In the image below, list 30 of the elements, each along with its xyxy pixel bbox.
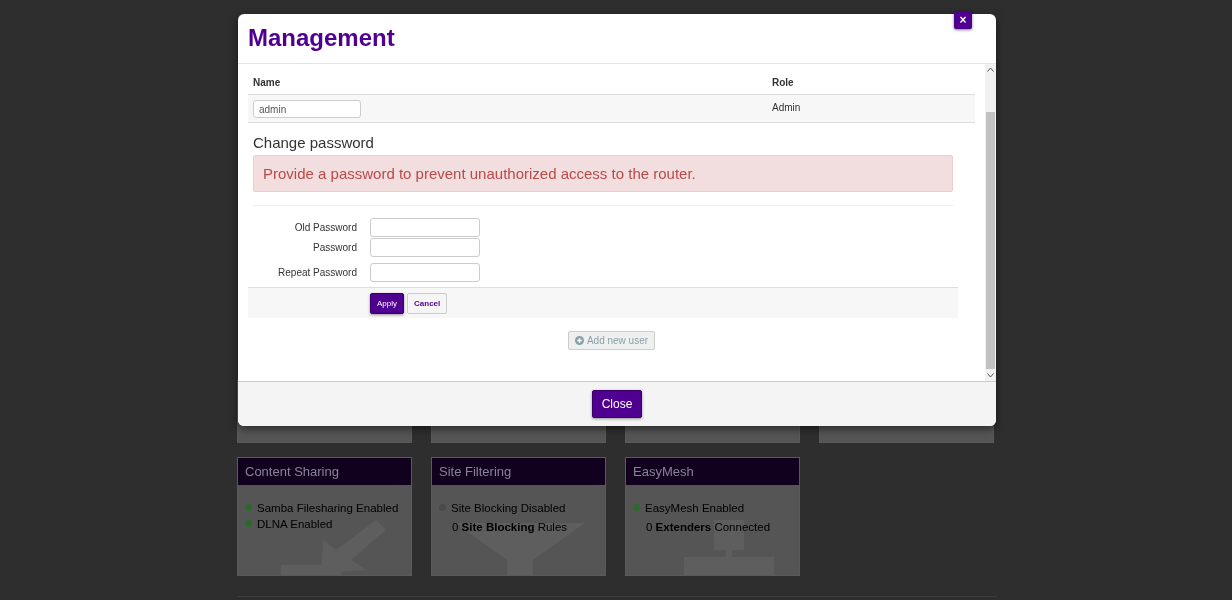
alert-message: Provide a password to prevent unauthorized access to the router.	[253, 155, 953, 192]
table-cell: Admin	[767, 94, 975, 123]
card-title: Site Filtering	[432, 458, 605, 485]
apply-button[interactable]: Apply	[370, 293, 404, 314]
dialog-title: Management	[248, 24, 396, 52]
cancel-button[interactable]: Cancel	[407, 293, 448, 314]
card-title: EasyMesh	[626, 458, 799, 485]
username-field[interactable]: admin	[253, 100, 361, 118]
column-header: Name	[248, 64, 767, 95]
close-button[interactable]: ×	[954, 11, 972, 29]
status-text: 0 Site Blocking Rules	[452, 520, 568, 533]
password-field[interactable]	[370, 263, 480, 282]
field-label: Old Password	[293, 222, 357, 233]
status-text: DLNA Enabled	[257, 517, 333, 530]
close-button[interactable]: Close	[591, 390, 643, 418]
plus-icon	[574, 336, 584, 345]
section-heading: Change password	[253, 134, 375, 151]
scroll-down-icon[interactable]	[987, 373, 994, 378]
field-label: Repeat Password	[277, 267, 357, 278]
status-text: EasyMesh Enabled	[645, 501, 745, 514]
scrollbar[interactable]	[985, 64, 996, 381]
field-label: Password	[312, 242, 357, 253]
scroll-up-icon[interactable]	[987, 67, 994, 72]
column-header: Role	[767, 64, 975, 95]
password-field[interactable]	[370, 238, 480, 257]
status-text: Site Blocking Disabled	[451, 501, 566, 514]
password-field[interactable]	[370, 218, 480, 237]
status-text: 0 Extenders Connected	[646, 520, 771, 533]
status-text: Samba Filesharing Enabled	[257, 501, 399, 514]
card-title: Content Sharing	[238, 458, 411, 485]
